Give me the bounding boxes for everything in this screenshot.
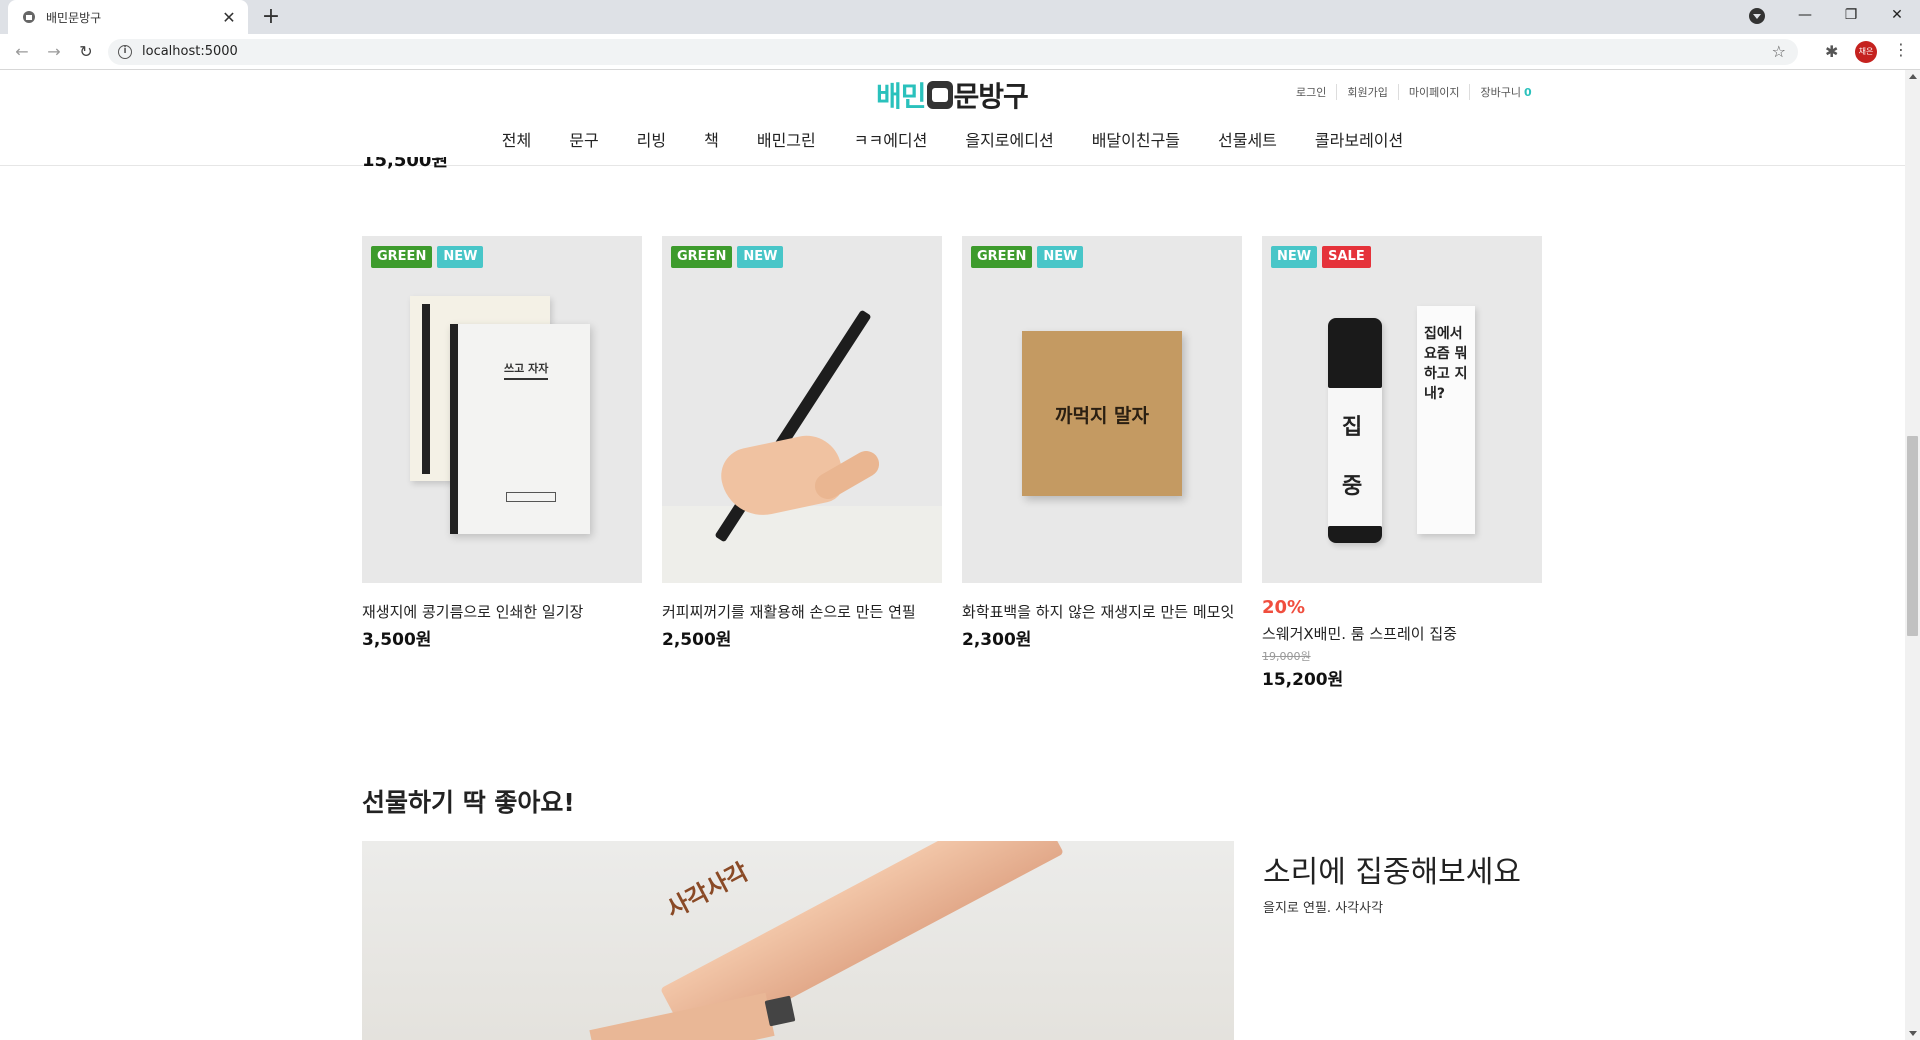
memo-pad-text: 까먹지 말자: [1054, 405, 1149, 427]
gift-section-title: 선물하기 딱 좋아요!: [362, 788, 575, 817]
product-name[interactable]: 스웨거X배민. 룸 스프레이 집중: [1262, 622, 1542, 646]
product-card[interactable]: NEW SALE 집 중 집에서 요즘 뭐하고 지내? 20% 스웨거X배민. …: [1262, 236, 1542, 690]
nav-item-kk-edition[interactable]: ㅋㅋ에디션: [835, 127, 947, 151]
util-menu: 로그인 회원가입 마이페이지 장바구니 0: [1286, 84, 1542, 100]
badge-group: GREEN NEW: [971, 246, 1084, 268]
tab-title: 배민문방구: [46, 10, 102, 25]
favicon-icon: [23, 11, 35, 23]
page-scrollbar[interactable]: [1905, 70, 1920, 1040]
gift-subtitle: 을지로 연필. 사각사각: [1263, 901, 1384, 916]
scrollbar-thumb[interactable]: [1907, 436, 1918, 636]
signup-link[interactable]: 회원가입: [1336, 84, 1397, 100]
notebook-name-box: [506, 492, 556, 502]
spray-cap-illustration: [1328, 318, 1382, 388]
green-badge: GREEN: [971, 246, 1033, 268]
product-image[interactable]: GREEN NEW 까먹지 말자: [962, 236, 1242, 583]
restore-icon[interactable]: ❐: [1828, 0, 1874, 30]
badge-group: GREEN NEW: [671, 246, 784, 268]
pencil-tip-illustration: [764, 995, 796, 1027]
mypage-link[interactable]: 마이페이지: [1397, 84, 1470, 100]
new-badge: NEW: [1037, 246, 1084, 268]
main-nav: 전체 문구 리빙 책 배민그린 ㅋㅋ에디션 을지로에디션 배달이친구들 선물세트…: [0, 127, 1905, 151]
nav-item-gift-set[interactable]: 선물세트: [1199, 127, 1296, 151]
product-list: GREEN NEW 쓰고 자자 재생지에 콩기름으로 인쇄한 일기장 3,500…: [362, 236, 1542, 690]
new-badge: NEW: [1271, 246, 1318, 268]
product-price: 2,300원: [962, 630, 1032, 650]
site-logo[interactable]: 배민 문방구: [876, 75, 1029, 115]
discount-rate: 20%: [1262, 597, 1306, 618]
sale-badge: SALE: [1322, 246, 1371, 268]
bookmark-star-icon[interactable]: ☆: [1772, 42, 1786, 61]
product-image[interactable]: GREEN NEW: [662, 236, 942, 583]
nav-item-euljiro-edition[interactable]: 을지로에디션: [946, 127, 1072, 151]
browser-toolbar: ← → ↻ i localhost:5000 ☆: [0, 34, 1920, 70]
badge-group: GREEN NEW: [371, 246, 484, 268]
reload-icon[interactable]: ↻: [76, 42, 96, 62]
logo-text-part2: 문방구: [953, 80, 1029, 113]
green-badge: GREEN: [671, 246, 733, 268]
login-link[interactable]: 로그인: [1286, 84, 1336, 100]
window-close-icon[interactable]: ✕: [1874, 0, 1920, 30]
notebook-cover-text: 쓰고 자자: [504, 360, 549, 380]
new-badge: NEW: [437, 246, 484, 268]
spray-base-illustration: [1328, 526, 1382, 543]
cart-label: 장바구니: [1480, 86, 1521, 99]
forward-icon[interactable]: →: [44, 42, 64, 62]
green-badge: GREEN: [371, 246, 433, 268]
address-bar[interactable]: i localhost:5000 ☆: [108, 39, 1798, 65]
nav-item-green[interactable]: 배민그린: [738, 127, 835, 151]
previous-product-price: 15,500원: [362, 157, 449, 171]
product-image[interactable]: NEW SALE 집 중 집에서 요즘 뭐하고 지내?: [1262, 236, 1542, 583]
browser-tab[interactable]: 배민문방구 ✕: [8, 0, 248, 34]
product-name[interactable]: 재생지에 콩기름으로 인쇄한 일기장: [362, 600, 642, 624]
new-badge: NEW: [737, 246, 784, 268]
product-card[interactable]: GREEN NEW 쓰고 자자 재생지에 콩기름으로 인쇄한 일기장 3,500…: [362, 236, 642, 690]
product-name[interactable]: 화학표백을 하지 않은 재생지로 만든 메모잇: [962, 600, 1242, 624]
nav-item-all[interactable]: 전체: [483, 127, 550, 151]
tab-close-icon[interactable]: ✕: [220, 8, 238, 27]
site-info-icon[interactable]: i: [118, 45, 132, 59]
product-image[interactable]: GREEN NEW 쓰고 자자: [362, 236, 642, 583]
pencil-engraving-text: 사각사각: [661, 857, 753, 924]
logo-mark-icon: [926, 81, 953, 109]
memo-pad-illustration: 까먹지 말자: [1022, 331, 1182, 496]
nav-item-stationery[interactable]: 문구: [550, 127, 617, 151]
original-price: 19,000원: [1262, 650, 1311, 663]
product-card[interactable]: GREEN NEW 커피찌꺼기를 재활용해 손으로 만든 연필 2,500원: [662, 236, 942, 690]
nav-item-living[interactable]: 리빙: [618, 127, 685, 151]
browser-tabbar: 배민문방구 ✕ + — ❐ ✕: [0, 0, 1920, 34]
nav-item-baedal-friends[interactable]: 배달이친구들: [1073, 127, 1199, 151]
product-price: 15,200원: [1262, 670, 1344, 690]
gift-heading[interactable]: 소리에 집중해보세요: [1263, 847, 1521, 891]
minimize-icon[interactable]: —: [1782, 0, 1828, 30]
browser-menu-icon[interactable]: ⋮: [1893, 40, 1909, 59]
nav-item-collaboration[interactable]: 콜라보레이션: [1296, 127, 1422, 151]
product-card[interactable]: GREEN NEW 까먹지 말자 화학표백을 하지 않은 재생지로 만든 메모잇…: [962, 236, 1242, 690]
product-price: 3,500원: [362, 630, 432, 650]
notebook-front-illustration: 쓰고 자자: [450, 324, 590, 534]
product-name[interactable]: 커피찌꺼기를 재활용해 손으로 만든 연필: [662, 600, 942, 624]
cart-link[interactable]: 장바구니 0: [1469, 84, 1541, 100]
new-tab-icon[interactable]: +: [258, 4, 284, 30]
product-price: 2,500원: [662, 630, 732, 650]
spray-label-text-1: 집: [1342, 415, 1363, 440]
back-icon[interactable]: ←: [12, 42, 32, 62]
spray-box-text: 집에서 요즘 뭐하고 지내?: [1424, 326, 1468, 402]
extensions-icon[interactable]: ✱: [1825, 42, 1838, 61]
cart-count: 0: [1523, 86, 1532, 99]
scroll-down-icon[interactable]: [1909, 1031, 1917, 1036]
site-header: 배민 문방구 로그인 회원가입 마이페이지 장바구니 0 전체 문구 리빙 책 배…: [0, 70, 1905, 166]
profile-avatar[interactable]: 채은: [1855, 41, 1877, 63]
badge-group: NEW SALE: [1271, 246, 1371, 268]
paper-illustration: [662, 506, 942, 583]
tab-search-icon[interactable]: [1749, 8, 1765, 24]
spray-label-text-2: 중: [1342, 474, 1363, 499]
scroll-up-icon[interactable]: [1909, 74, 1917, 79]
nav-item-books[interactable]: 책: [685, 127, 738, 151]
gift-banner-image[interactable]: 사각사각: [362, 841, 1234, 1040]
url-text[interactable]: localhost:5000: [142, 44, 238, 59]
logo-text-part1: 배민: [876, 80, 927, 113]
